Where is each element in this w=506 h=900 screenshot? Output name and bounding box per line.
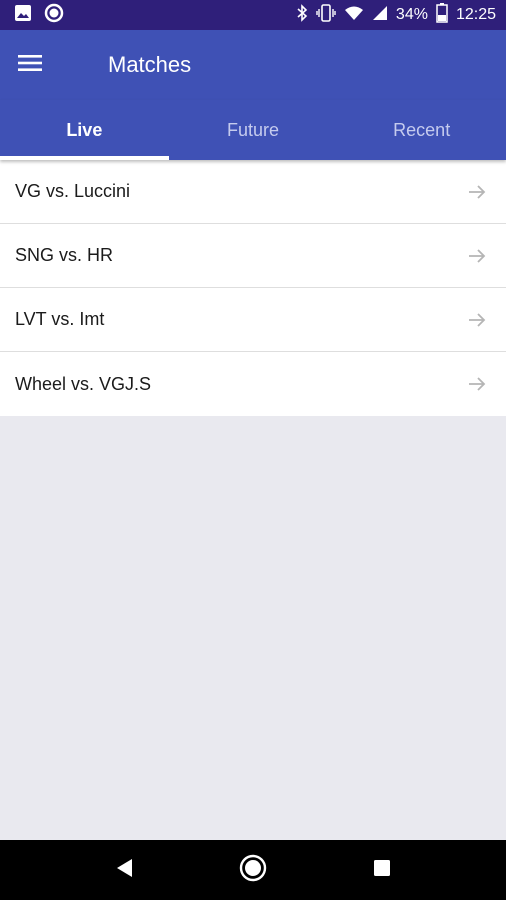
vibrate-icon [316,3,336,27]
match-item[interactable]: SNG vs. HR [0,224,506,288]
screen: 34% 12:25 Matches Live Future Recent VG … [0,0,506,900]
status-left [14,3,64,28]
page-title: Matches [108,52,192,77]
match-item[interactable]: Wheel vs. VGJ.S [0,352,506,416]
arrow-right-icon [466,309,488,331]
status-bar: 34% 12:25 [0,0,506,30]
clock: 12:25 [455,6,496,23]
recents-icon [372,858,392,883]
signal-icon [372,5,388,26]
match-label: VG vs. Luccini [15,181,131,201]
home-icon [239,854,267,887]
status-right: 34% 12:25 [296,2,496,28]
app-bar: Matches [0,30,506,100]
match-label: SNG vs. HR [15,245,114,265]
back-button[interactable] [99,845,149,895]
navigation-bar [0,840,506,900]
arrow-right-icon [466,373,488,395]
match-label: LVT vs. Imt [15,309,105,329]
match-list: VG vs. Luccini SNG vs. HR LVT vs. Imt Wh… [0,160,506,416]
match-label: Wheel vs. VGJ.S [15,373,152,394]
tab-recent[interactable]: Recent [337,100,506,160]
back-icon [114,857,134,884]
hamburger-menu-icon [18,53,42,78]
menu-button[interactable] [0,30,60,100]
home-button[interactable] [228,845,278,895]
match-item[interactable]: LVT vs. Imt [0,288,506,352]
recents-button[interactable] [357,845,407,895]
record-icon [44,3,64,28]
arrow-right-icon [466,181,488,203]
arrow-right-icon [466,245,488,267]
wifi-icon [344,5,364,26]
battery-icon [436,2,448,28]
tab-future[interactable]: Future [169,100,338,160]
bluetooth-icon [296,3,308,27]
tab-live[interactable]: Live [0,100,169,160]
image-icon [14,4,32,27]
tab-bar: Live Future Recent [0,100,506,160]
battery-percent: 34% [395,6,428,23]
match-item[interactable]: VG vs. Luccini [0,160,506,224]
